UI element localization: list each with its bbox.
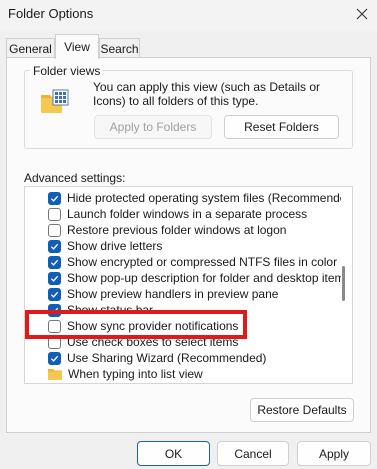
restore-defaults-button[interactable]: Restore Defaults [250, 398, 354, 422]
tree-item[interactable]: Use Sharing Wizard (Recommended) [25, 350, 341, 366]
advanced-settings-list: Hide protected operating system files (R… [25, 190, 341, 382]
tree-item[interactable]: Show drive letters [25, 238, 341, 254]
tree-item[interactable]: Show encrypted or compressed NTFS files … [25, 254, 341, 270]
tree-item-label: Use Sharing Wizard (Recommended) [67, 351, 267, 365]
checkbox[interactable] [48, 271, 61, 285]
title-bar: Folder Options [0, 0, 377, 30]
checkmark-icon [50, 275, 59, 282]
folder-views-legend: Folder views [30, 64, 104, 78]
checkbox[interactable] [48, 207, 61, 221]
folder-view-icon [41, 89, 69, 113]
tree-item-label: Hide protected operating system files (R… [67, 191, 341, 205]
checkbox[interactable] [48, 351, 61, 365]
advanced-settings-tree[interactable]: Hide protected operating system files (R… [24, 186, 353, 384]
tree-item[interactable]: Restore previous folder windows at logon [25, 222, 341, 238]
ok-button[interactable]: OK [137, 441, 210, 466]
tree-item-label: Show encrypted or compressed NTFS files … [67, 255, 338, 269]
folder-icon [48, 369, 62, 380]
tree-item-label: Restore previous folder windows at logon [67, 223, 287, 237]
window-title: Folder Options [8, 6, 94, 21]
reset-folders-button[interactable]: Reset Folders [224, 115, 339, 139]
apply-to-folders-button[interactable]: Apply to Folders [94, 115, 212, 139]
checkmark-icon [50, 291, 59, 298]
checkbox[interactable] [48, 191, 61, 205]
tree-item[interactable]: When typing into list view [25, 366, 341, 382]
tree-item-label: Show pop-up description for folder and d… [67, 271, 341, 285]
advanced-settings-label: Advanced settings: [24, 171, 126, 185]
tree-item[interactable]: Launch folder windows in a separate proc… [25, 206, 341, 222]
checkmark-icon [50, 355, 59, 362]
checkmark-icon [50, 195, 59, 202]
highlight-annotation [25, 310, 247, 339]
tree-item-label: Show drive letters [67, 239, 163, 253]
checkmark-icon [50, 243, 59, 250]
checkmark-icon [50, 259, 59, 266]
scrollbar-thumb[interactable] [342, 266, 345, 301]
checkbox[interactable] [48, 287, 61, 301]
tree-item[interactable]: Show preview handlers in preview pane [25, 286, 341, 302]
tab-general[interactable]: General [6, 38, 55, 58]
tab-view[interactable]: View [55, 34, 99, 59]
folder-views-description: You can apply this view (such as Details… [93, 80, 321, 108]
tree-item[interactable]: Show pop-up description for folder and d… [25, 270, 341, 286]
checkbox[interactable] [48, 255, 61, 269]
apply-button[interactable]: Apply [297, 441, 371, 466]
close-icon [356, 8, 368, 20]
checkbox[interactable] [48, 239, 61, 253]
checkbox[interactable] [48, 223, 61, 237]
tab-search[interactable]: Search [99, 38, 140, 58]
cancel-button[interactable]: Cancel [217, 441, 289, 466]
tree-item[interactable]: Hide protected operating system files (R… [25, 190, 341, 206]
close-button[interactable] [347, 0, 377, 28]
tree-item-label: When typing into list view [68, 367, 203, 381]
tree-item-label: Launch folder windows in a separate proc… [67, 207, 308, 221]
tree-item-label: Show preview handlers in preview pane [67, 287, 279, 301]
